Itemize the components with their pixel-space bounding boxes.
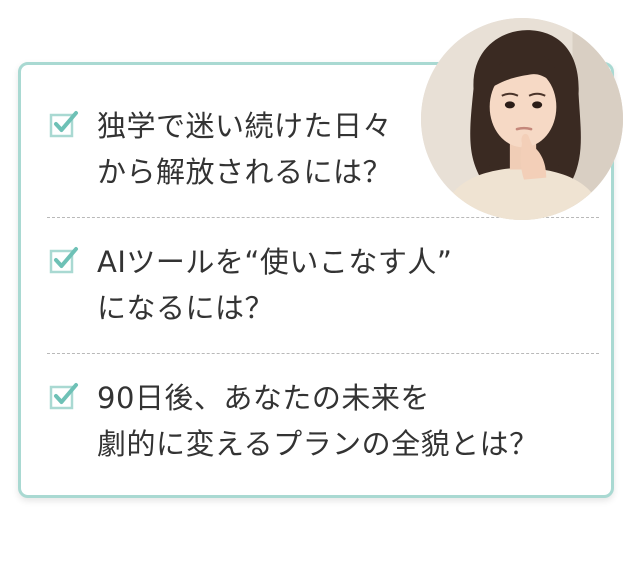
checkbox-checked-icon <box>49 111 78 138</box>
question-item-2: AIツールを“使いこなす人” になるには？ <box>49 239 452 331</box>
question-text: 90日後、あなたの未来を 劇的に変えるプランの全貌とは？ <box>97 375 539 467</box>
question-text: AIツールを“使いこなす人” になるには？ <box>97 239 452 331</box>
question-item-1: 独学で迷い続けた日々 から解放されるには？ <box>49 103 392 195</box>
checkbox-checked-icon <box>49 247 78 274</box>
thinking-woman-photo <box>421 18 623 220</box>
question-line: 独学で迷い続けた日々 <box>97 109 393 143</box>
question-line: 劇的に変えるプランの全貌とは？ <box>97 427 539 461</box>
question-line: から解放されるには？ <box>97 155 393 189</box>
question-line: AIツールを“使いこなす人” <box>97 245 453 279</box>
question-text: 独学で迷い続けた日々 から解放されるには？ <box>97 103 392 195</box>
question-item-3: 90日後、あなたの未来を 劇的に変えるプランの全貌とは？ <box>49 375 539 467</box>
question-line: になるには？ <box>97 291 275 325</box>
avatar-illustration <box>421 18 623 220</box>
divider <box>47 353 599 354</box>
checkbox-checked-icon <box>49 383 78 410</box>
question-line: 90日後、あなたの未来を <box>97 381 430 415</box>
